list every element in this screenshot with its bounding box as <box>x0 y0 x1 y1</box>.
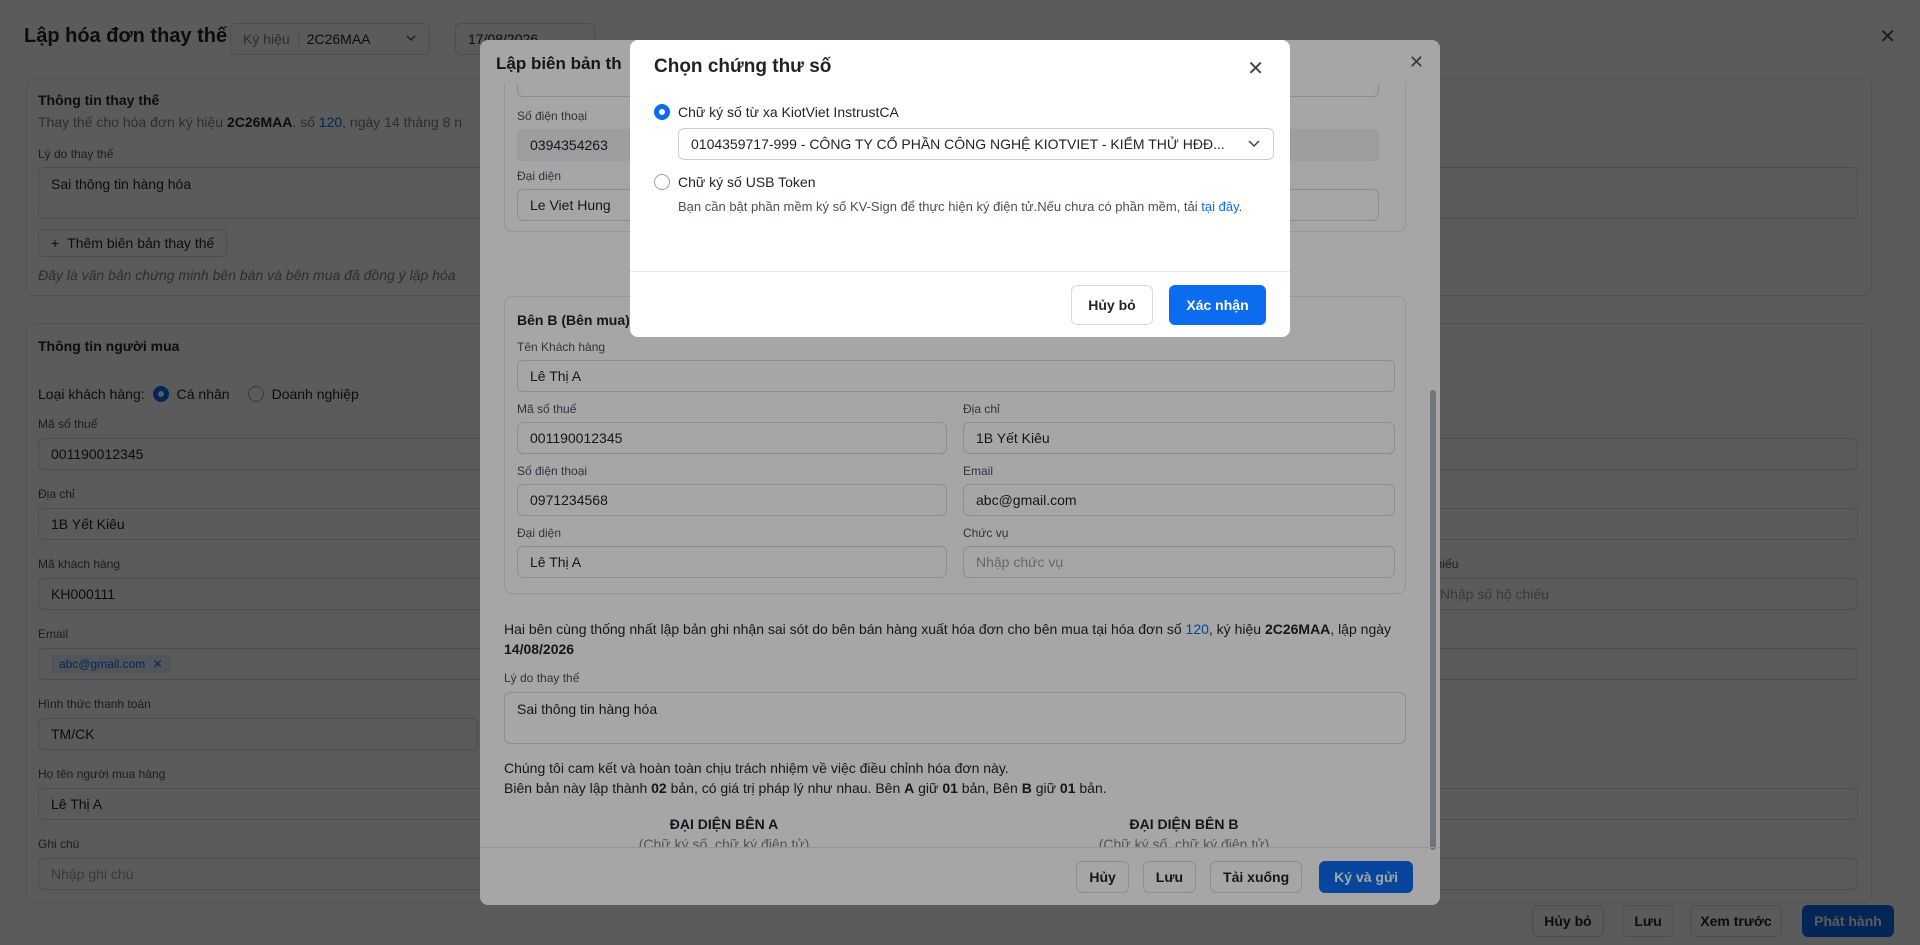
option-remote-label: Chữ ký số từ xa KiotViet InstrustCA <box>678 104 899 120</box>
usb-download-link[interactable]: tại đây <box>1201 199 1238 214</box>
radio-remote-signature[interactable] <box>654 104 670 120</box>
cert-confirm-button[interactable]: Xác nhận <box>1169 285 1266 325</box>
certificate-select[interactable]: 0104359717-999 - CÔNG TY CỔ PHẦN CÔNG NG… <box>678 128 1274 160</box>
option-usb[interactable]: Chữ ký số USB Token <box>654 174 816 190</box>
chevron-down-icon <box>1247 134 1261 157</box>
usb-note: Bạn cần bật phần mềm ký số KV-Sign để th… <box>678 198 1268 216</box>
cert-footer-divider <box>630 271 1290 272</box>
close-icon[interactable]: ✕ <box>1247 56 1264 81</box>
option-remote[interactable]: Chữ ký số từ xa KiotViet InstrustCA <box>654 104 899 120</box>
cert-cancel-button[interactable]: Hủy bỏ <box>1071 285 1153 325</box>
cert-dialog-title: Chọn chứng thư số <box>654 56 832 77</box>
certificate-select-value: 0104359717-999 - CÔNG TY CỔ PHẦN CÔNG NG… <box>691 136 1225 152</box>
certificate-dialog: Chọn chứng thư số ✕ Chữ ký số từ xa Kiot… <box>630 40 1290 337</box>
option-usb-label: Chữ ký số USB Token <box>678 174 816 190</box>
usb-note-end: . <box>1238 199 1243 214</box>
usb-note-text: Bạn cần bật phần mềm ký số KV-Sign để th… <box>678 199 1198 214</box>
radio-usb-token[interactable] <box>654 174 670 190</box>
